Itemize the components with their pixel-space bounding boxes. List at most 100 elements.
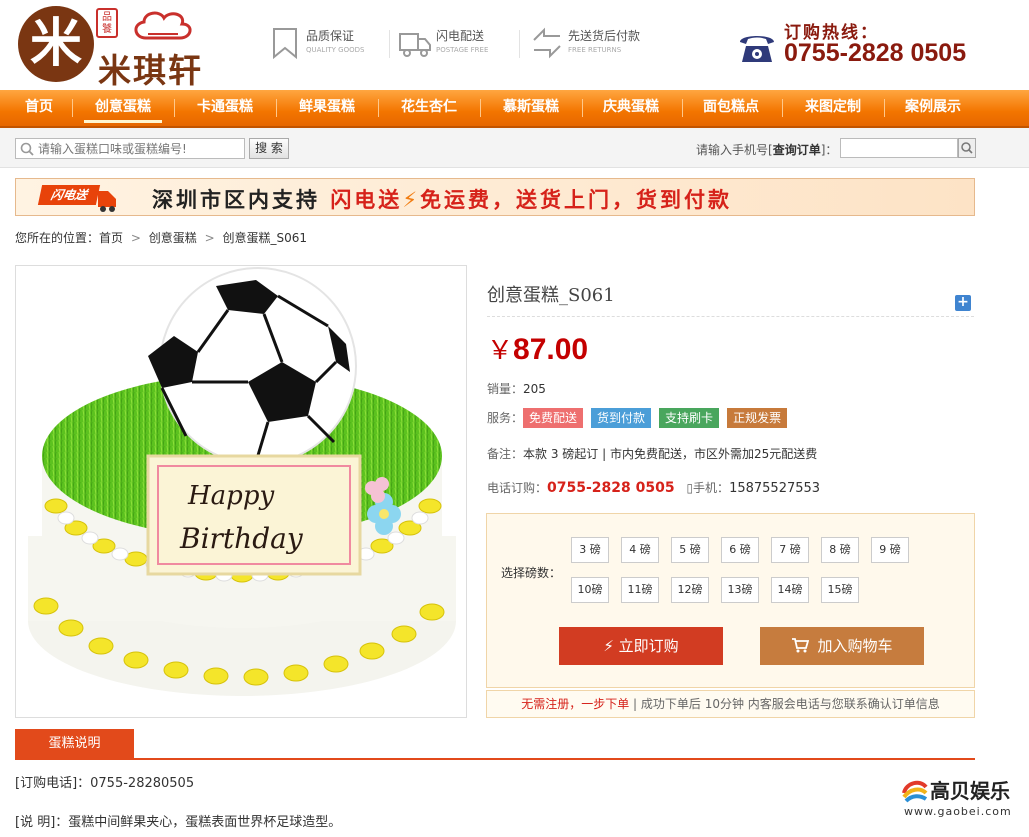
service-tag-invoice: 正规发票	[727, 408, 788, 428]
telephone-icon	[740, 36, 774, 62]
breadcrumb-current: 创意蛋糕_S061	[222, 231, 308, 245]
add-to-cart-button[interactable]: 加入购物车	[760, 627, 924, 665]
order-label-prefix: 请输入手机号[	[696, 143, 773, 157]
search-input[interactable]	[15, 138, 245, 159]
nav-divider	[72, 99, 73, 117]
tab-cake-description[interactable]: 蛋糕说明	[15, 729, 134, 759]
order-label-bold: 查询订单	[772, 143, 821, 157]
promise-quality: 品质保证 QUALITY GOODS	[268, 26, 398, 62]
size-option-6[interactable]: 6 磅	[721, 537, 759, 563]
buy-now-label: 立即订购	[618, 637, 679, 655]
breadcrumb: 您所在的位置：首页 > 创意蛋糕 > 创意蛋糕_S061	[15, 229, 311, 246]
note-value: 本款 3 磅起订 | 市内免费配送，市区外需加25元配送费	[523, 447, 818, 461]
nav-item-home[interactable]: 首页	[8, 90, 70, 126]
cake-text-birthday: Birthday	[179, 522, 304, 555]
buy-now-button[interactable]: ⚡ 立即订购	[559, 627, 723, 665]
size-option-4[interactable]: 4 磅	[621, 537, 659, 563]
size-option-10[interactable]: 10磅	[571, 577, 609, 603]
nav-item-case-showcase[interactable]: 案例展示	[894, 90, 972, 126]
search-icon	[20, 142, 34, 156]
promise-title: 闪电配送	[436, 29, 485, 43]
order-query-button[interactable]	[958, 138, 976, 158]
main-nav: 首页 创意蛋糕 卡通蛋糕 鲜果蛋糕 花生杏仁 慕斯蛋糕 庆典蛋糕 面包糕点 来图…	[0, 90, 1029, 128]
promise-sub: POSTAGE FREE	[436, 46, 489, 54]
watermark-url: www.gaobei.com	[904, 805, 1012, 818]
order-label-suffix: ]：	[820, 143, 838, 157]
nav-divider	[682, 99, 683, 117]
search-button[interactable]: 搜 索	[249, 138, 289, 159]
sales-row: 销量：205	[487, 380, 546, 397]
truck-icon	[98, 191, 116, 212]
breadcrumb-prefix: 您所在的位置：	[15, 231, 100, 245]
nav-item-bread-pastry[interactable]: 面包糕点	[692, 90, 770, 126]
size-option-8[interactable]: 8 磅	[821, 537, 859, 563]
size-option-14[interactable]: 14磅	[771, 577, 809, 603]
order-phone-input[interactable]	[840, 138, 958, 158]
breadcrumb-home[interactable]: 首页	[99, 231, 123, 245]
delivery-truck: 闪电送	[37, 183, 120, 213]
cart-icon	[792, 638, 810, 653]
size-option-11[interactable]: 11磅	[621, 577, 659, 603]
nav-item-mousse-cake[interactable]: 慕斯蛋糕	[492, 90, 570, 126]
site-logo[interactable]: 米 品饕 米琪轩	[18, 6, 223, 90]
breadcrumb-separator: >	[130, 231, 141, 245]
lightning-icon: ⚡	[603, 637, 614, 655]
cake-illustration: Happy Birthday	[28, 267, 456, 696]
bookmark-icon	[273, 28, 297, 60]
delivery-banner: 闪电送 深圳市区内支持 闪电送⚡免运费，送货上门，货到付款	[15, 178, 975, 216]
watermark: 高贝娱乐 www.gaobei.com	[902, 775, 1022, 825]
exchange-icon	[533, 27, 561, 59]
nav-item-cartoon-cake[interactable]: 卡通蛋糕	[186, 90, 264, 126]
promise-title: 品质保证	[306, 29, 355, 43]
size-option-12[interactable]: 12磅	[671, 577, 709, 603]
add-to-cart-label: 加入购物车	[817, 637, 893, 655]
size-option-3[interactable]: 3 磅	[571, 537, 609, 563]
search-bar: 搜 索 请输入手机号[查询订单]：	[0, 128, 1029, 168]
nav-item-celebration-cake[interactable]: 庆典蛋糕	[592, 90, 670, 126]
service-tag-card-payment: 支持刷卡	[659, 408, 720, 428]
phone-label: 电话订购：	[487, 481, 548, 495]
size-option-9[interactable]: 9 磅	[871, 537, 909, 563]
order-notice: 无需注册，一步下单 | 成功下单后 10分钟 内客服会电话与您联系确认订单信息	[486, 690, 975, 718]
nav-item-peanut-almond[interactable]: 花生杏仁	[390, 90, 468, 126]
product-title: 创意蛋糕_S061	[487, 285, 615, 306]
size-option-13[interactable]: 13磅	[721, 577, 759, 603]
note-row: 备注：本款 3 磅起订 | 市内免费配送，市区外需加25元配送费	[487, 445, 817, 462]
sales-label: 销量：	[487, 382, 524, 396]
banner-text-1: 深圳市区内支持	[152, 188, 320, 212]
share-plus-icon[interactable]: +	[955, 295, 971, 311]
size-option-7[interactable]: 7 磅	[771, 537, 809, 563]
hotline-number: 0755-2828 0505	[784, 39, 967, 67]
nav-item-fruit-cake[interactable]: 鲜果蛋糕	[288, 90, 366, 126]
size-option-15[interactable]: 15磅	[821, 577, 859, 603]
nav-divider	[884, 99, 885, 117]
divider	[487, 316, 974, 317]
breadcrumb-separator: >	[204, 231, 215, 245]
phone-value: 0755-2828 0505	[547, 480, 675, 496]
mobile-label: 手机：	[693, 481, 730, 495]
currency-symbol: ￥	[487, 336, 514, 366]
product-image[interactable]: Happy Birthday	[15, 265, 467, 718]
note-label: 备注：	[487, 447, 524, 461]
services-row: 服务： 免费配送 货到付款 支持刷卡 正规发票	[487, 408, 795, 428]
logo-badge: 品饕	[96, 8, 118, 38]
mobile-value: 15875527553	[729, 481, 821, 496]
price-value: 87.00	[513, 333, 589, 366]
truck-label: 闪电送	[37, 185, 101, 205]
watermark-logo-icon	[902, 780, 928, 803]
divider	[389, 30, 390, 58]
nav-divider	[276, 99, 277, 117]
search-icon	[961, 142, 973, 154]
divider	[519, 30, 520, 58]
nav-item-creative-cake[interactable]: 创意蛋糕	[84, 90, 162, 126]
size-option-5[interactable]: 5 磅	[671, 537, 709, 563]
order-query-label: 请输入手机号[查询订单]：	[696, 141, 837, 158]
lightning-icon: ⚡	[402, 188, 421, 212]
nav-item-custom-order[interactable]: 来图定制	[794, 90, 872, 126]
nav-divider	[582, 99, 583, 117]
breadcrumb-category[interactable]: 创意蛋糕	[149, 231, 197, 245]
banner-text-3: 免运费，送货上门，货到付款	[420, 188, 733, 212]
cake-text-happy: Happy	[187, 481, 274, 511]
size-label: 选择磅数：	[501, 566, 562, 580]
chef-hat-icon	[134, 11, 192, 40]
